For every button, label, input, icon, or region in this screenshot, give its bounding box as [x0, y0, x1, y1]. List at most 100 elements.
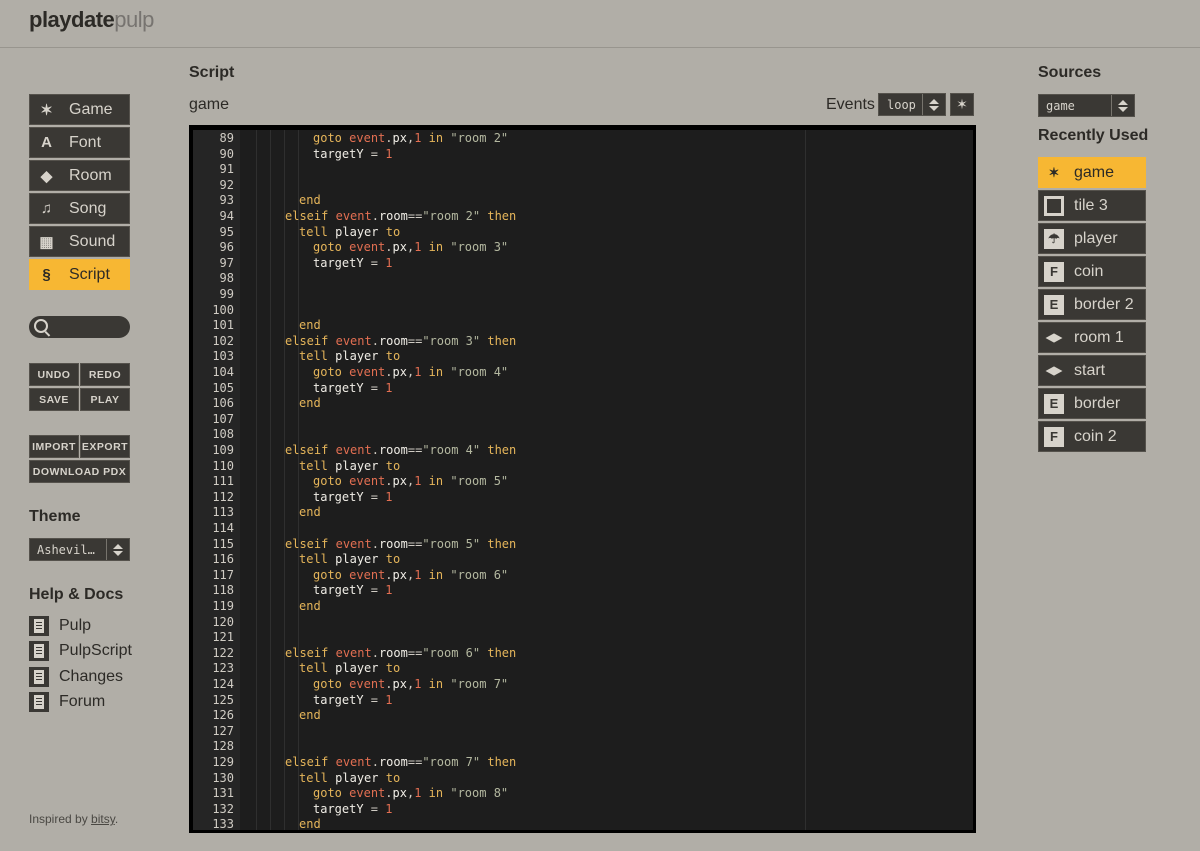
- line-number: 117: [212, 567, 234, 582]
- code-text: tell player to: [299, 224, 401, 239]
- code-line[interactable]: 105 targetY = 1: [193, 381, 973, 397]
- coin-icon: F: [1044, 261, 1064, 282]
- events-select[interactable]: loop: [878, 93, 946, 116]
- code-line[interactable]: 123 tell player to: [193, 661, 973, 677]
- code-line[interactable]: 109 elseif event.room=="room 4" then: [193, 443, 973, 459]
- doc-link-changes[interactable]: Changes: [29, 667, 123, 687]
- app-logo[interactable]: playdatepulp: [29, 7, 154, 33]
- code-line[interactable]: 115 elseif event.room=="room 5" then: [193, 537, 973, 553]
- doc-link-pulp[interactable]: Pulp: [29, 616, 91, 636]
- recent-item-label: game: [1074, 163, 1115, 181]
- code-text: goto event.px,1 in "room 8": [313, 786, 509, 801]
- code-line[interactable]: 106 end: [193, 396, 973, 412]
- line-number: 126: [212, 708, 234, 723]
- sources-select[interactable]: game: [1038, 94, 1135, 117]
- play-button[interactable]: PLAY: [80, 388, 130, 411]
- code-line[interactable]: 122 elseif event.room=="room 6" then: [193, 646, 973, 662]
- code-line[interactable]: 132 targetY = 1: [193, 802, 973, 818]
- recent-item[interactable]: Eborder 2: [1038, 289, 1146, 320]
- coin-icon: F: [1044, 426, 1064, 447]
- code-line[interactable]: 97 targetY = 1: [193, 256, 973, 272]
- code-line[interactable]: 96 goto event.px,1 in "room 3": [193, 240, 973, 256]
- code-line[interactable]: 121: [193, 630, 973, 646]
- code-line[interactable]: 94 elseif event.room=="room 2" then: [193, 209, 973, 225]
- doc-link-label: Forum: [59, 693, 106, 710]
- code-line[interactable]: 116 tell player to: [193, 552, 973, 568]
- code-line[interactable]: 114: [193, 521, 973, 537]
- doc-link-forum[interactable]: Forum: [29, 692, 105, 712]
- recent-item[interactable]: Fcoin: [1038, 256, 1146, 287]
- line-number: 96: [219, 240, 234, 255]
- code-line[interactable]: 113 end: [193, 505, 973, 521]
- code-editor[interactable]: 89 goto event.px,1 in "room 2" 90 targetY =…: [193, 130, 973, 830]
- recent-item[interactable]: Eborder: [1038, 388, 1146, 419]
- recent-item-label: player: [1074, 229, 1118, 247]
- code-line[interactable]: 90 targetY = 1: [193, 147, 973, 163]
- line-number: 125: [212, 692, 234, 707]
- nav-script[interactable]: § Script: [29, 259, 130, 290]
- nav-font[interactable]: A Font: [29, 127, 130, 158]
- room-icon: [1044, 361, 1064, 381]
- nav-sound[interactable]: ▦ Sound: [29, 226, 130, 257]
- event-insert-button[interactable]: ✶: [950, 93, 974, 116]
- code-line[interactable]: 99: [193, 287, 973, 303]
- code-line[interactable]: 100: [193, 303, 973, 319]
- recent-item-label: border: [1074, 394, 1121, 412]
- undo-button[interactable]: UNDO: [29, 363, 79, 386]
- code-line[interactable]: 130 tell player to: [193, 771, 973, 787]
- code-line[interactable]: 119 end: [193, 599, 973, 615]
- code-line[interactable]: 93 end: [193, 193, 973, 209]
- code-line[interactable]: 104 goto event.px,1 in "room 4": [193, 365, 973, 381]
- theme-select[interactable]: Ashevil…: [29, 538, 130, 561]
- code-line[interactable]: 102 elseif event.room=="room 3" then: [193, 334, 973, 350]
- code-line[interactable]: 127: [193, 724, 973, 740]
- code-line[interactable]: 120: [193, 615, 973, 631]
- theme-heading: Theme: [29, 508, 81, 525]
- code-line[interactable]: 110 tell player to: [193, 459, 973, 475]
- code-line[interactable]: 128: [193, 739, 973, 755]
- code-line[interactable]: 89 goto event.px,1 in "room 2": [193, 131, 973, 147]
- code-line[interactable]: 101 end: [193, 318, 973, 334]
- code-line[interactable]: 92: [193, 178, 973, 194]
- code-line[interactable]: 111 goto event.px,1 in "room 5": [193, 474, 973, 490]
- code-line[interactable]: 125 targetY = 1: [193, 693, 973, 709]
- nav-song[interactable]: ♫ Song: [29, 193, 130, 224]
- recent-item[interactable]: room 1: [1038, 322, 1146, 353]
- nav-game[interactable]: ✶ Game: [29, 94, 130, 125]
- code-line[interactable]: 126 end: [193, 708, 973, 724]
- import-button[interactable]: IMPORT: [29, 435, 79, 458]
- code-line[interactable]: 129 elseif event.room=="room 7" then: [193, 755, 973, 771]
- recent-item[interactable]: ☂ player: [1038, 223, 1146, 254]
- code-line[interactable]: 118 targetY = 1: [193, 583, 973, 599]
- line-number: 114: [212, 521, 234, 535]
- sparkle-icon: ✶: [1048, 164, 1060, 180]
- recent-item[interactable]: start: [1038, 355, 1146, 386]
- code-line[interactable]: 95 tell player to: [193, 225, 973, 241]
- bitsy-link[interactable]: bitsy: [91, 812, 115, 826]
- code-line[interactable]: 131 goto event.px,1 in "room 8": [193, 786, 973, 802]
- code-line[interactable]: 107: [193, 412, 973, 428]
- recent-item[interactable]: Fcoin 2: [1038, 421, 1146, 452]
- code-line[interactable]: 133 end: [193, 817, 973, 830]
- recent-item[interactable]: ✶ game: [1038, 157, 1146, 188]
- recent-item[interactable]: tile 3: [1038, 190, 1146, 221]
- code-line[interactable]: 112 targetY = 1: [193, 490, 973, 506]
- code-line[interactable]: 103 tell player to: [193, 349, 973, 365]
- code-line[interactable]: 91: [193, 162, 973, 178]
- save-button[interactable]: SAVE: [29, 388, 79, 411]
- download-pdx-button[interactable]: DOWNLOAD PDX: [29, 460, 130, 483]
- search-input[interactable]: [29, 316, 130, 338]
- nav-room[interactable]: ◆ Room: [29, 160, 130, 191]
- export-button[interactable]: EXPORT: [80, 435, 130, 458]
- line-number: 108: [212, 427, 234, 442]
- code-text: end: [299, 318, 321, 333]
- code-line[interactable]: 117 goto event.px,1 in "room 6": [193, 568, 973, 584]
- code-line[interactable]: 108: [193, 427, 973, 443]
- line-number: 112: [212, 489, 234, 504]
- redo-button[interactable]: REDO: [80, 363, 130, 386]
- code-text: goto event.px,1 in "room 6": [313, 567, 509, 582]
- doc-link-pulpscript[interactable]: PulpScript: [29, 641, 132, 661]
- code-text: goto event.px,1 in "room 2": [313, 131, 509, 145]
- code-line[interactable]: 124 goto event.px,1 in "room 7": [193, 677, 973, 693]
- code-line[interactable]: 98: [193, 271, 973, 287]
